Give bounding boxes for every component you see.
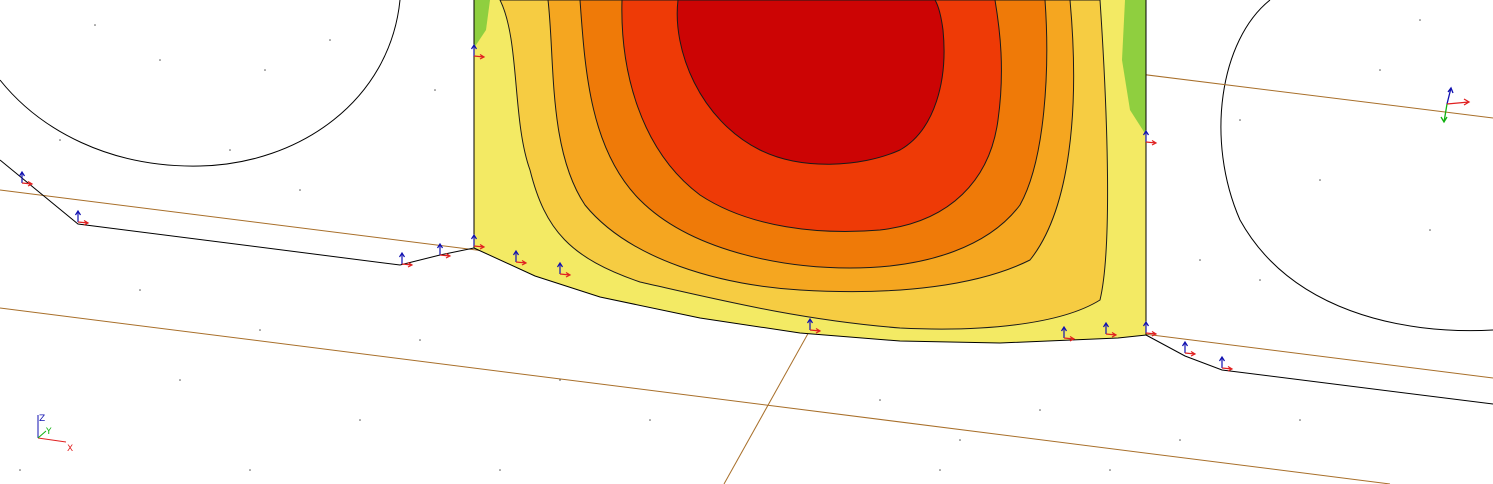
- mesh-node-dot: [1259, 279, 1261, 281]
- mesh-node-dot: [259, 329, 261, 331]
- mesh-node-dot: [249, 469, 251, 471]
- local-x-arrow-icon: [1446, 98, 1471, 106]
- mesh-node-dot: [1299, 419, 1301, 421]
- mesh-node-dot: [1379, 69, 1381, 71]
- mesh-node-dot: [179, 379, 181, 381]
- stress-contour-plot[interactable]: [470, 0, 1150, 350]
- left-support-polyline: [0, 159, 475, 266]
- mesh-node-dot: [419, 339, 421, 341]
- mesh-node-dot: [1239, 119, 1241, 121]
- support-marker-icon: [18, 170, 34, 187]
- mesh-node-dot: [59, 139, 61, 141]
- mesh-node-dot: [1109, 469, 1111, 471]
- model-scene[interactable]: Z Y X: [0, 0, 1493, 484]
- mesh-node-dot: [1319, 179, 1321, 181]
- local-y-arrow-icon: [1440, 103, 1448, 124]
- mesh-node-dot: [959, 439, 961, 441]
- mesh-node-dot: [1429, 229, 1431, 231]
- right-hole-outline: [1220, 0, 1493, 332]
- mesh-node-dot: [19, 469, 21, 471]
- mesh-node-dot: [139, 289, 141, 291]
- support-marker-icon: [1218, 355, 1234, 372]
- axis-triad: Z Y X: [37, 414, 73, 454]
- mesh-node-dot: [1419, 19, 1421, 21]
- mesh-node-dot: [649, 419, 651, 421]
- mesh-node-dot: [359, 419, 361, 421]
- mesh-node-dot: [1199, 259, 1201, 261]
- mesh-node-dot: [94, 24, 96, 26]
- right-support-polyline: [1145, 334, 1493, 405]
- mesh-node-dot: [434, 89, 436, 91]
- mesh-node-dot: [879, 399, 881, 401]
- axis-z-label: Z: [39, 414, 45, 424]
- mesh-node-dot: [264, 69, 266, 71]
- mesh-node-dot: [1039, 409, 1041, 411]
- 3d-viewport[interactable]: Z Y X: [0, 0, 1493, 484]
- local-axis-triad: [1440, 86, 1471, 124]
- support-marker-icon: [1181, 340, 1197, 357]
- axis-x-label: X: [67, 444, 73, 454]
- mesh-node-dot: [939, 469, 941, 471]
- left-hole-outline: [0, 0, 401, 167]
- mesh-node-dot: [229, 149, 231, 151]
- mesh-node-dot: [299, 189, 301, 191]
- axis-y-label: Y: [45, 427, 52, 437]
- mesh-node-dot: [1179, 439, 1181, 441]
- local-z-arrow-icon: [1446, 86, 1454, 105]
- mesh-node-dot: [159, 59, 161, 61]
- mesh-node-dot: [329, 39, 331, 41]
- mesh-node-dot: [499, 469, 501, 471]
